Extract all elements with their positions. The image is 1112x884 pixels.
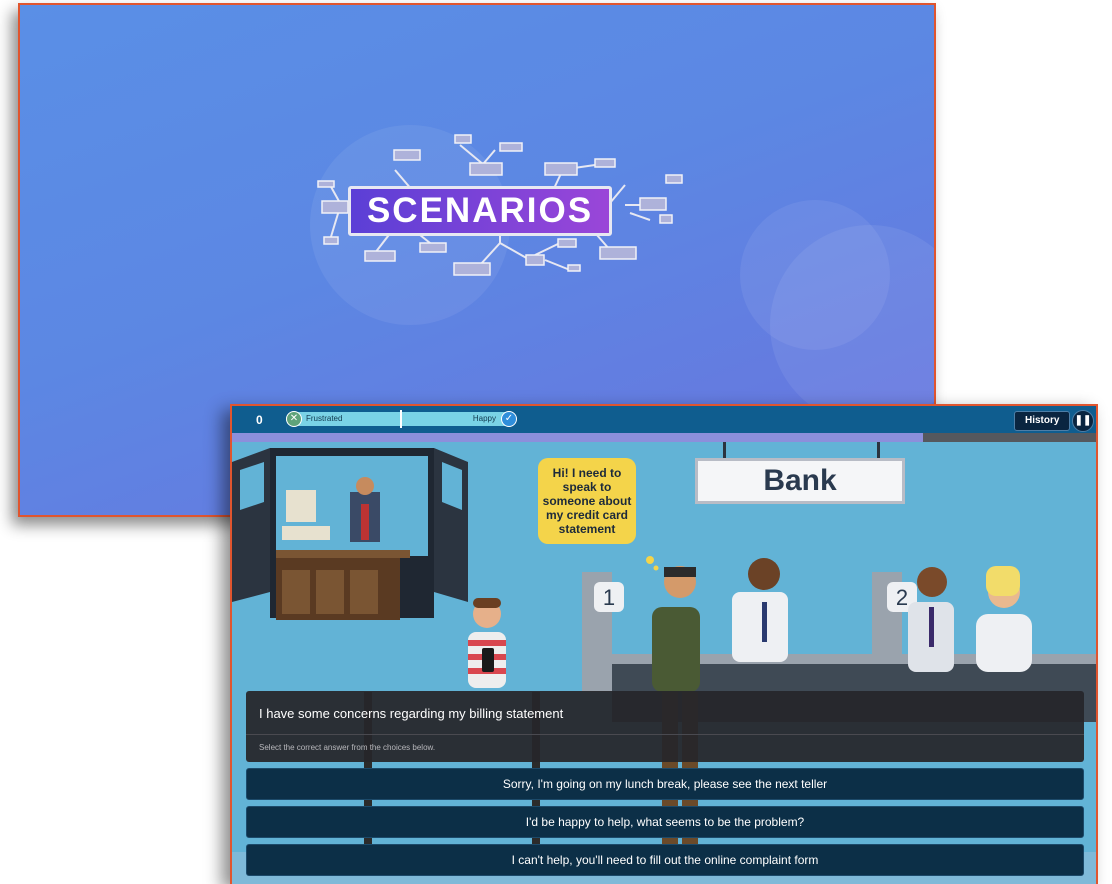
- x-icon: ✕: [286, 411, 302, 427]
- pause-button[interactable]: ❚❚: [1072, 410, 1094, 432]
- choice-button-2[interactable]: I'd be happy to help, what seems to be t…: [246, 806, 1084, 838]
- question-instruction: Select the correct answer from the choic…: [259, 743, 436, 752]
- question-panel: I have some concerns regarding my billin…: [246, 691, 1084, 762]
- bank-sign: Bank: [695, 458, 905, 504]
- divider: [246, 734, 1084, 735]
- check-icon: ✓: [501, 411, 517, 427]
- choice-button-1[interactable]: Sorry, I'm going on my lunch break, plea…: [246, 768, 1084, 800]
- bank-scenario-slide: 0 ✕ Frustrated Happy ✓ History ❚❚ 1 2 Hi…: [230, 404, 1098, 884]
- score-counter: 0: [256, 413, 263, 427]
- slide-progress-bar: [232, 433, 1096, 442]
- player-top-bar: 0 ✕ Frustrated Happy ✓ History ❚❚: [232, 406, 1096, 433]
- choice-button-3[interactable]: I can't help, you'll need to fill out th…: [246, 844, 1084, 876]
- frustrated-label: Frustrated: [306, 414, 343, 423]
- pause-icon: ❚❚: [1074, 415, 1092, 426]
- scenarios-title: SCENARIOS: [348, 186, 612, 236]
- svg-text:1: 1: [603, 585, 615, 610]
- svg-text:2: 2: [896, 585, 908, 610]
- mood-meter-marker: [400, 410, 402, 428]
- history-button[interactable]: History: [1014, 411, 1071, 431]
- speech-bubble: Hi! I need to speak to someone about my …: [538, 458, 636, 544]
- slide-progress-fill: [232, 433, 924, 442]
- mood-meter: ✕ Frustrated Happy ✓: [286, 410, 517, 428]
- happy-label: Happy: [472, 414, 496, 423]
- question-prompt: I have some concerns regarding my billin…: [259, 706, 564, 721]
